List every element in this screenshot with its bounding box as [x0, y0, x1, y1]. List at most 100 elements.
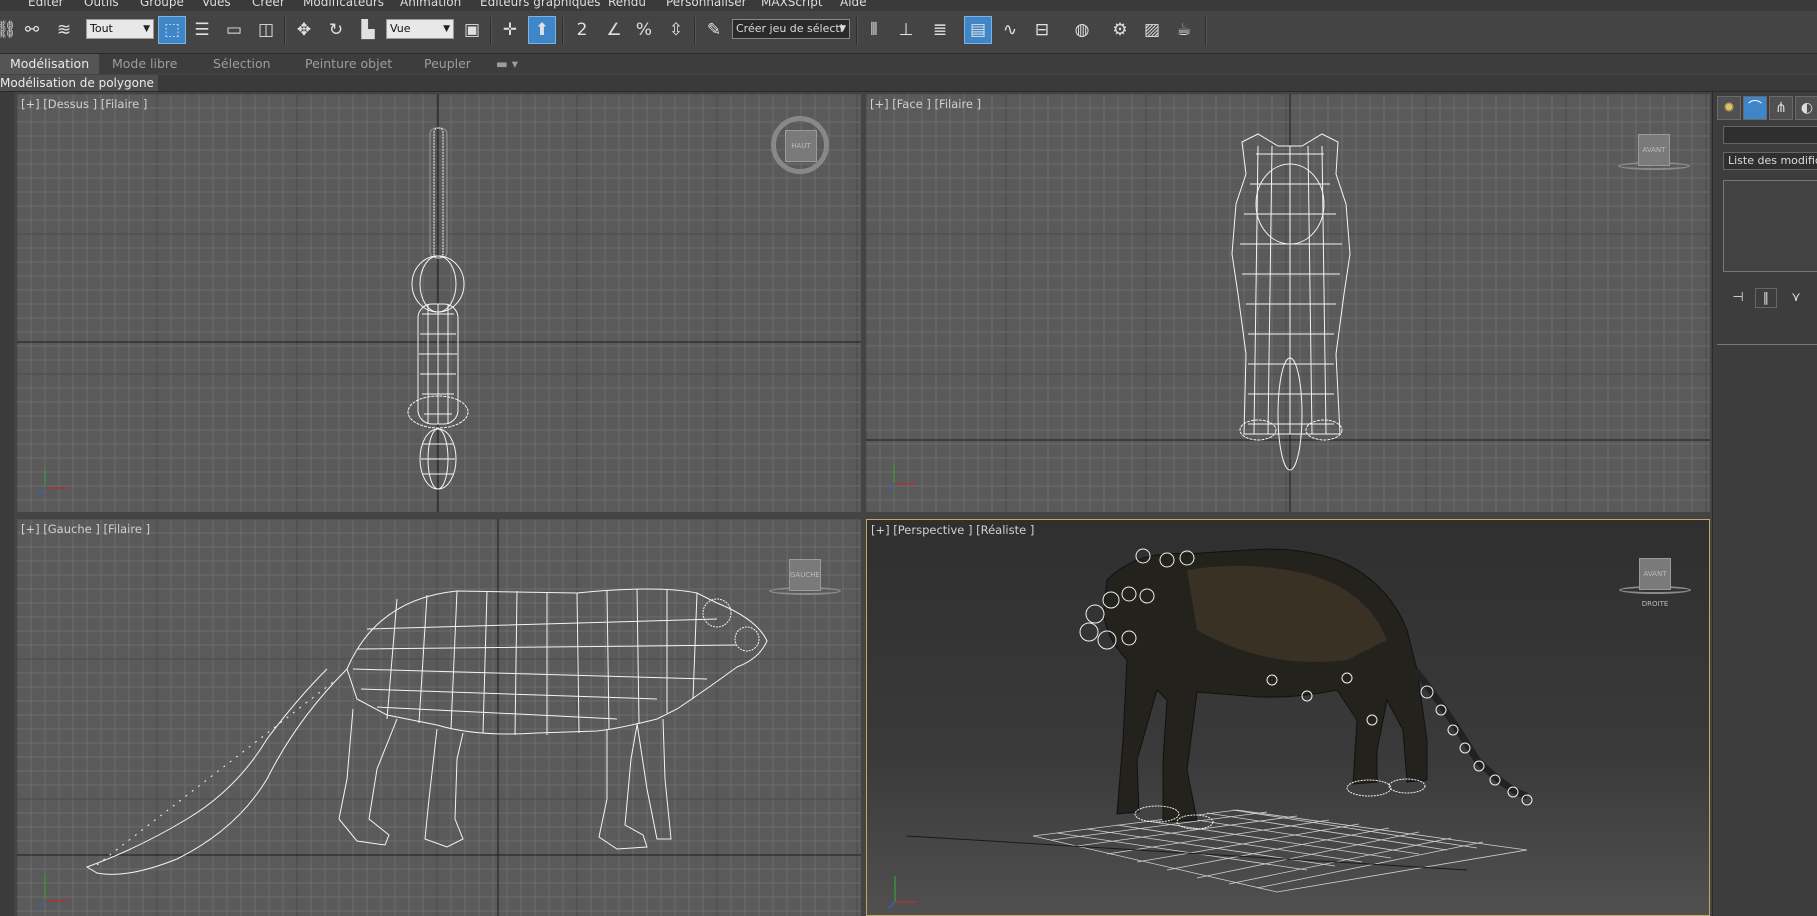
- unlink-icon[interactable]: ⚯: [18, 16, 46, 44]
- menu-editer[interactable]: Editer: [28, 0, 64, 9]
- keyboard-shortcut-override-button[interactable]: ⬆: [528, 16, 556, 44]
- named-selection-placeholder: Créer jeu de sélecti: [736, 22, 843, 35]
- menu-outils[interactable]: Outils: [84, 0, 119, 9]
- viewport-left[interactable]: [+] [Gauche ] [Filaire ] GAUCHE: [17, 519, 861, 916]
- viewcube[interactable]: GAUCHE: [789, 559, 821, 591]
- toolbar-separator: [856, 17, 858, 45]
- menu-bar: Editer Outils Groupe Vues Créer Modifica…: [0, 0, 1817, 11]
- viewport-front[interactable]: [+] [Face ] [Filaire ] AVANT: [866, 94, 1710, 512]
- panel-modelisation-polygone[interactable]: Modélisation de polygone: [0, 75, 158, 91]
- angle-snap-icon[interactable]: ∠: [600, 16, 628, 44]
- layer-explorer-icon[interactable]: ≣: [926, 16, 954, 44]
- modifier-stack[interactable]: [1723, 180, 1817, 272]
- tab-peupler[interactable]: Peupler: [424, 54, 471, 74]
- chevron-down-icon: ▼: [839, 24, 846, 34]
- named-selection-dropdown[interactable]: Créer jeu de sélecti ▼: [732, 19, 850, 39]
- align-icon[interactable]: ⊥: [892, 16, 920, 44]
- wireframe-model: [1231, 133, 1351, 471]
- curve-editor-icon[interactable]: ∿: [996, 16, 1024, 44]
- object-name-field[interactable]: [1723, 126, 1817, 144]
- ribbon-side-strip: [0, 92, 14, 916]
- grid: [17, 94, 861, 512]
- create-tab-icon[interactable]: ✹: [1717, 96, 1741, 120]
- axis-tripod: [38, 875, 67, 908]
- tab-mode-libre[interactable]: Mode libre: [112, 54, 177, 74]
- scene-explorer-button[interactable]: ▤: [964, 16, 992, 44]
- ribbon-tabs: Modélisation Mode libre Sélection Peintu…: [0, 54, 1817, 74]
- menu-modificateurs[interactable]: Modificateurs: [303, 0, 384, 9]
- motion-tab-icon[interactable]: ◐: [1795, 96, 1817, 120]
- render-setup-icon[interactable]: ⚙: [1106, 16, 1134, 44]
- bind-space-warp-icon[interactable]: ≋: [50, 16, 78, 44]
- modify-tab-icon[interactable]: ⌒: [1743, 96, 1767, 120]
- select-by-name-icon[interactable]: ☰: [188, 16, 216, 44]
- tab-peinture-objet[interactable]: Peinture objet: [305, 54, 392, 74]
- material-editor-icon[interactable]: ◍: [1068, 16, 1096, 44]
- select-object-button[interactable]: ⬚: [158, 16, 186, 44]
- main-toolbar: ⛓ ⚯ ≋ Tout ▼ ⬚ ☰ ▭ ◫ ✥ ↻ ▙ Vue ▼ ▣ ✛ ⬆ 2 ∠…: [0, 11, 1817, 54]
- viewport-front-label[interactable]: [+] [Face ] [Filaire ]: [870, 97, 981, 111]
- window-crossing-icon[interactable]: ◫: [252, 16, 280, 44]
- toolbar-separator: [694, 17, 696, 45]
- viewport-top[interactable]: [+] [Dessus ] [Filaire ] HAUT: [17, 94, 861, 512]
- viewport-top-label[interactable]: [+] [Dessus ] [Filaire ]: [21, 97, 147, 111]
- menu-creer[interactable]: Créer: [252, 0, 285, 9]
- hierarchy-tab-icon[interactable]: ⋔: [1769, 96, 1793, 120]
- toolbar-separator: [490, 17, 492, 45]
- viewcube[interactable]: AVANT DROITE: [1639, 558, 1671, 608]
- render-teapot-icon[interactable]: ☕: [1170, 16, 1198, 44]
- menu-personnaliser[interactable]: Personnaliser: [666, 0, 747, 9]
- snap-toggle-label: 2: [576, 20, 588, 40]
- link-icon[interactable]: ⛓: [0, 16, 20, 44]
- viewcube[interactable]: AVANT: [1638, 134, 1670, 166]
- rotate-icon[interactable]: ↻: [322, 16, 350, 44]
- viewport-perspective-canvas: [888, 548, 1533, 909]
- menu-groupe[interactable]: Groupe: [140, 0, 184, 9]
- menu-vues[interactable]: Vues: [202, 0, 231, 9]
- viewport-perspective-label[interactable]: [+] [Perspective ] [Réaliste ]: [871, 523, 1034, 537]
- grid-axis: [906, 835, 1468, 871]
- reference-coord-dropdown[interactable]: Vue ▼: [386, 19, 454, 39]
- menu-maxscript[interactable]: MAXScript: [761, 0, 823, 9]
- snap-toggle-button[interactable]: 2: [568, 16, 596, 44]
- spinner-snap-icon[interactable]: ⇳: [662, 16, 690, 44]
- percent-snap-button[interactable]: %: [630, 16, 658, 44]
- panther-model: [1079, 548, 1533, 830]
- menu-rendu[interactable]: Rendu: [608, 0, 646, 9]
- move-icon[interactable]: ✥: [290, 16, 318, 44]
- tab-modelisation[interactable]: Modélisation: [0, 54, 100, 74]
- select-manipulate-icon[interactable]: ✛: [496, 16, 524, 44]
- tab-selection[interactable]: Sélection: [213, 54, 271, 74]
- rendered-frame-window-icon[interactable]: ▨: [1138, 16, 1166, 44]
- chevron-down-icon: ▼: [143, 24, 150, 34]
- viewport-left-canvas: [17, 519, 861, 916]
- pin-stack-icon[interactable]: ⊣: [1727, 288, 1749, 308]
- grid: [17, 519, 861, 916]
- modifier-list-dropdown[interactable]: Liste des modificate: [1723, 152, 1817, 170]
- mirror-icon[interactable]: ⫴: [860, 16, 888, 44]
- ribbon-panel-bar: Modélisation de polygone: [0, 75, 1817, 92]
- menu-aide[interactable]: Aide: [840, 0, 867, 9]
- pivot-point-icon[interactable]: ▣: [458, 16, 486, 44]
- selection-filter-dropdown[interactable]: Tout ▼: [86, 19, 154, 39]
- viewport-front-canvas: [866, 94, 1710, 512]
- viewcube[interactable]: HAUT: [785, 130, 817, 162]
- panel-divider: [1717, 344, 1817, 345]
- menu-editeurs-graphiques[interactable]: Editeurs graphiques: [480, 0, 601, 9]
- toolbar-separator: [1205, 17, 1207, 45]
- toolbar-separator: [562, 17, 564, 45]
- selection-filter-value: Tout: [90, 22, 113, 35]
- viewport-left-label[interactable]: [+] [Gauche ] [Filaire ]: [21, 522, 150, 536]
- command-panel: ✹ ⌒ ⋔ ◐ Liste des modificate ⊣ ∥ ⋎: [1712, 92, 1817, 916]
- viewport-perspective[interactable]: [+] [Perspective ] [Réaliste ] AVANT DRO…: [866, 519, 1710, 916]
- ribbon-options-icon[interactable]: ▬ ▾: [496, 54, 518, 74]
- show-end-result-icon[interactable]: ∥: [1755, 288, 1777, 308]
- schematic-view-icon[interactable]: ⊟: [1028, 16, 1056, 44]
- wireframe-model: [85, 588, 768, 875]
- make-unique-icon[interactable]: ⋎: [1785, 288, 1807, 308]
- scale-icon[interactable]: ▙: [354, 16, 382, 44]
- edit-named-selection-icon[interactable]: ✎: [700, 16, 728, 44]
- rectangular-selection-icon[interactable]: ▭: [220, 16, 248, 44]
- chevron-down-icon: ▼: [443, 24, 450, 34]
- menu-animation[interactable]: Animation: [400, 0, 461, 9]
